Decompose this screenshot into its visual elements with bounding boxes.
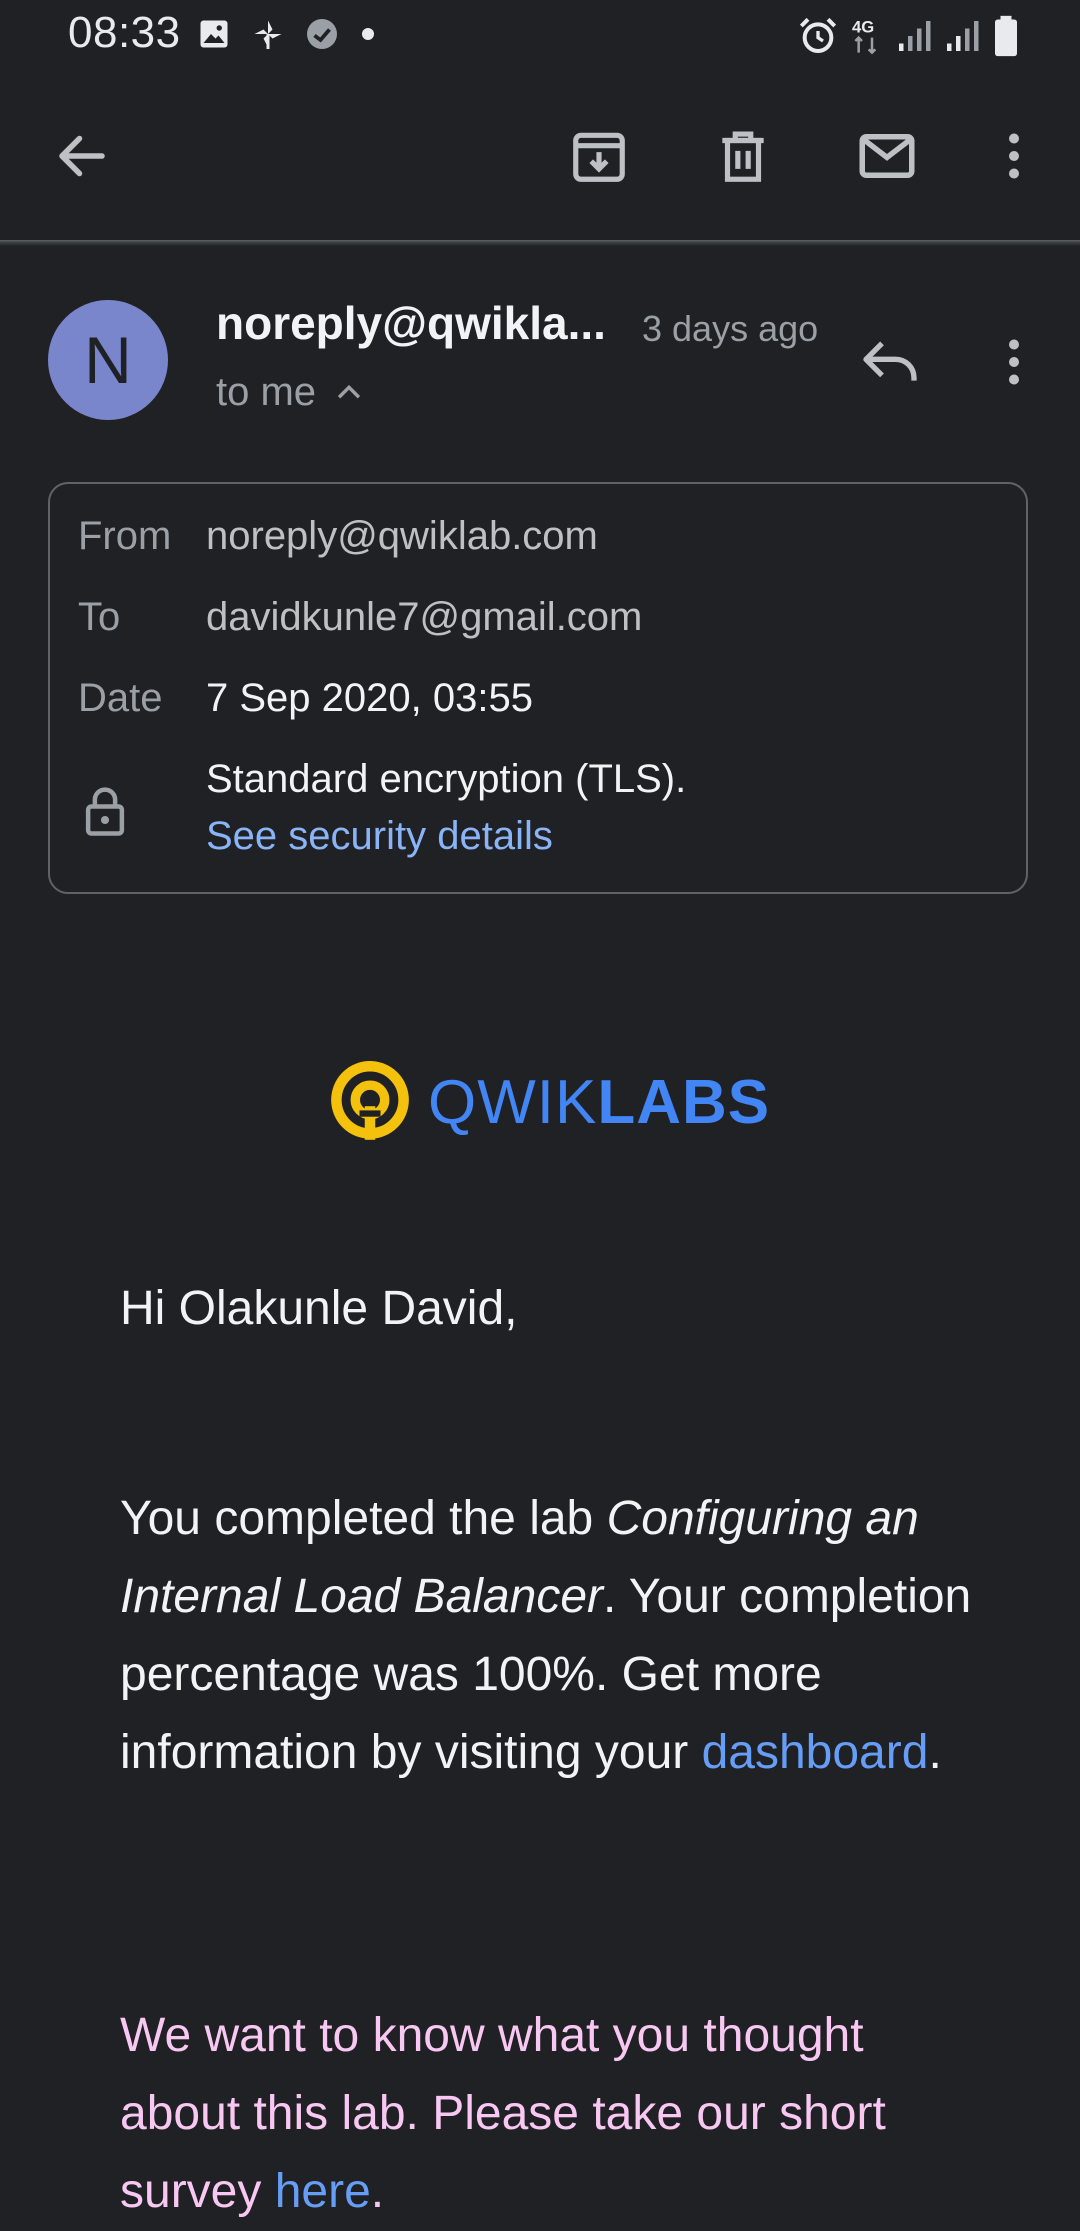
logo-text-labs: LABS: [597, 1067, 771, 1137]
survey-paragraph: We want to know what you thought about t…: [120, 1997, 980, 2231]
signal-icon: [896, 16, 932, 56]
logo-text-qwik: QWIK: [428, 1067, 598, 1137]
qwiklabs-logo: QWIKLABS: [328, 1060, 770, 1144]
trash-icon: [722, 131, 764, 182]
date-value: 7 Sep 2020, 03:55: [206, 676, 533, 720]
dashboard-link[interactable]: dashboard: [702, 1726, 929, 1779]
reply-icon: [863, 341, 917, 381]
lock-icon: [82, 784, 128, 843]
signal-icon: [944, 16, 980, 56]
from-value[interactable]: noreply@qwiklab.com: [206, 514, 598, 559]
recipient-toggle[interactable]: to me: [216, 370, 366, 415]
svg-text:4G: 4G: [852, 18, 874, 37]
chevron-up-icon: [337, 384, 361, 398]
status-system-icons: 4G: [798, 14, 1020, 58]
status-time: 08:33: [68, 8, 181, 57]
to-value[interactable]: davidkunle7@gmail.com: [206, 595, 642, 640]
reply-button[interactable]: [850, 326, 930, 398]
qwiklabs-wordmark: QWIKLABS: [428, 1067, 770, 1138]
from-label: From: [78, 514, 172, 558]
to-label: To: [78, 595, 121, 639]
more-vert-icon: [1009, 133, 1019, 179]
image-icon: [196, 16, 232, 52]
back-button[interactable]: [46, 120, 118, 192]
delete-button[interactable]: [707, 120, 779, 192]
survey-link[interactable]: here: [275, 2165, 371, 2218]
completion-paragraph: You completed the lab Configuring an Int…: [120, 1480, 980, 1792]
paragraph-text: You completed the lab: [120, 1492, 607, 1545]
network-4g-icon: 4G: [850, 16, 884, 56]
recipient-summary: to me: [216, 370, 317, 414]
mail-icon: [859, 134, 915, 178]
minus-circle-icon: [304, 16, 340, 52]
message-more-button[interactable]: [978, 326, 1050, 398]
app-bar: [0, 100, 1080, 212]
mark-unread-button[interactable]: [851, 120, 923, 192]
app-bar-divider: [0, 240, 1080, 246]
more-vert-icon: [1009, 339, 1019, 385]
paragraph-text: .: [370, 2165, 385, 2218]
pinwheel-icon: [250, 16, 286, 52]
email-greeting: Hi Olakunle David,: [120, 1282, 518, 1335]
status-bar: 08:33 4G: [0, 0, 1080, 76]
alarm-icon: [798, 16, 838, 56]
more-options-button[interactable]: [978, 120, 1050, 192]
paragraph-text: .: [928, 1726, 942, 1779]
sender-name: noreply@qwikla...: [216, 297, 606, 349]
status-notification-icons: [196, 16, 378, 52]
qwiklabs-ring-icon: [331, 1061, 409, 1140]
paragraph-text: We want to know what you thought about t…: [120, 2009, 886, 2218]
dot-icon: [358, 16, 378, 52]
message-details-card: From noreply@qwiklab.com To davidkunle7@…: [48, 482, 1028, 894]
email-time: 3 days ago: [642, 308, 819, 349]
archive-button[interactable]: [563, 120, 635, 192]
security-details-link[interactable]: See security details: [206, 814, 553, 859]
sender-avatar[interactable]: N: [48, 300, 168, 420]
archive-icon: [573, 132, 625, 182]
battery-icon: [992, 14, 1020, 58]
date-label: Date: [78, 676, 163, 720]
arrow-back-icon: [59, 135, 105, 177]
encryption-text: Standard encryption (TLS).: [206, 757, 687, 801]
